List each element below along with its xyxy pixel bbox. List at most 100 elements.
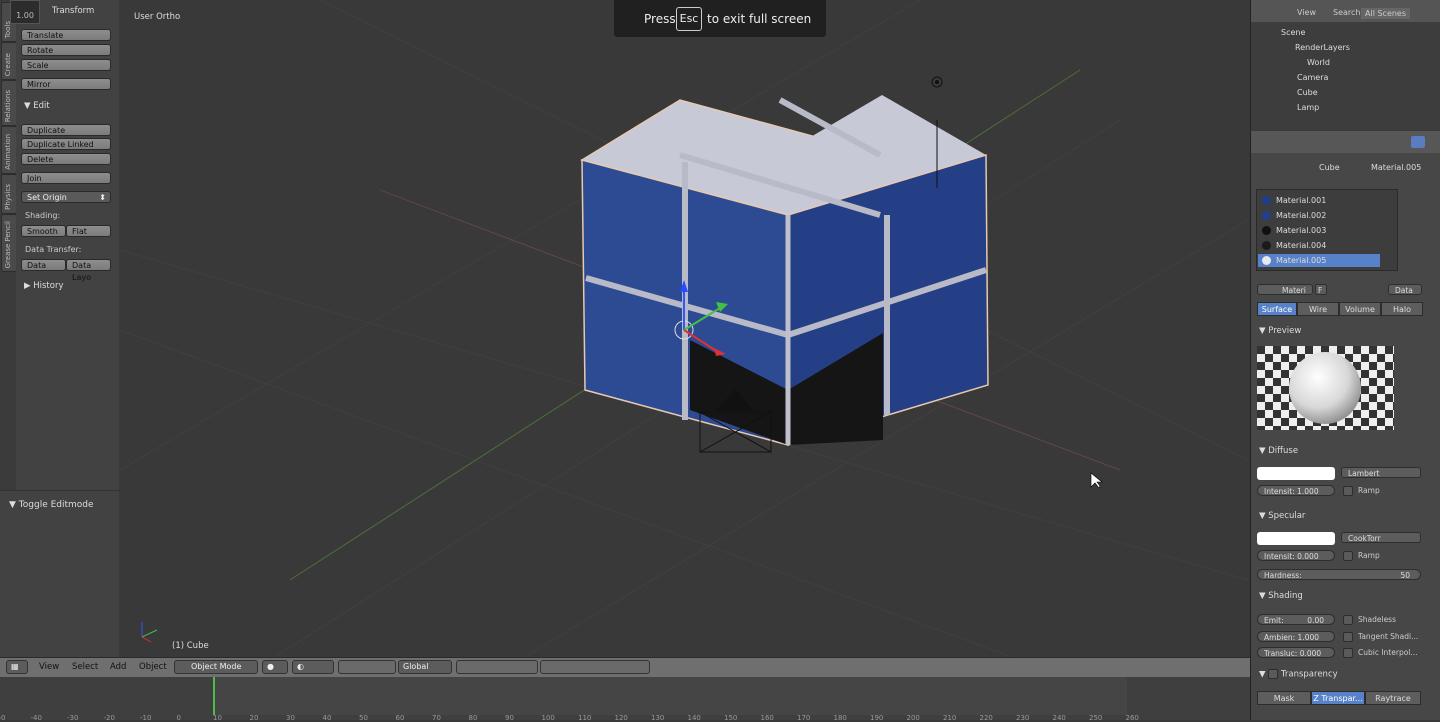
toast-press-text: Press [644, 12, 676, 26]
surface-tab[interactable]: Surface [1257, 302, 1297, 316]
diffuse-color-swatch[interactable] [1257, 467, 1335, 480]
timeline-tick: 130 [651, 714, 665, 722]
transparency-checkbox[interactable] [1268, 669, 1279, 679]
3d-viewport[interactable]: User Ortho (1) Cube [120, 0, 1248, 660]
timeline-tick: 120 [614, 714, 628, 722]
material-slot-item[interactable]: Material.001 [1258, 194, 1380, 207]
hardness-field[interactable]: Hardness: 50 [1257, 569, 1421, 580]
material-name-field[interactable]: Materi [1257, 284, 1313, 295]
transform-header[interactable]: Transform [52, 6, 94, 16]
timeline-tick: 10 [213, 714, 222, 722]
outliner-item-cube[interactable]: Cube [1297, 88, 1318, 97]
wire-tab[interactable]: Wire [1297, 302, 1339, 316]
smooth-button[interactable]: Smooth [21, 225, 66, 237]
cubic-interpolation-checkbox[interactable] [1343, 648, 1353, 658]
manipulator-toggles[interactable] [338, 660, 396, 674]
tab-animation[interactable]: Animation [1, 126, 17, 174]
delete-button[interactable]: Delete [21, 153, 111, 165]
value-badge: 1.00 [10, 0, 40, 24]
fullscreen-toast: Press Esc to exit full screen [614, 0, 826, 37]
translucency-field[interactable]: Transluc: 0.000 [1257, 647, 1335, 658]
preview-panel-header[interactable]: ▼ Preview [1259, 326, 1301, 336]
material-slot-item[interactable]: Material.003 [1258, 224, 1380, 237]
history-header[interactable]: ▶ History [24, 281, 64, 291]
specular-ramp-checkbox[interactable] [1343, 551, 1353, 561]
set-origin-select[interactable]: Set Origin ⬍ [21, 191, 111, 203]
outliner-item-camera[interactable]: Camera [1297, 73, 1328, 82]
tab-physics[interactable]: Physics [1, 174, 17, 214]
rotate-button[interactable]: Rotate [21, 44, 111, 56]
timeline-tick: 200 [906, 714, 920, 722]
data-button[interactable]: Data [21, 259, 66, 271]
menu-select[interactable]: Select [72, 662, 98, 672]
cube-object[interactable] [580, 95, 989, 447]
material-tab-icon[interactable] [1411, 136, 1425, 148]
transparency-raytrace-tab[interactable]: Raytrace [1365, 691, 1421, 705]
shading-panel-header[interactable]: ▼ Shading [1259, 591, 1303, 601]
menu-view[interactable]: View [39, 662, 59, 672]
material-slot-item[interactable]: Material.005 [1258, 254, 1380, 267]
specular-panel-header[interactable]: ▼ Specular [1259, 511, 1305, 521]
volume-tab[interactable]: Volume [1339, 302, 1381, 316]
menu-add[interactable]: Add [110, 662, 126, 672]
esc-key: Esc [676, 7, 702, 31]
timeline-tick: -10 [140, 714, 152, 722]
editor-type-icon[interactable]: ▦ [6, 660, 28, 674]
diffuse-shader-select[interactable]: Lambert [1341, 467, 1421, 478]
outliner-item-world[interactable]: World [1307, 58, 1330, 67]
edit-header[interactable]: ▼ Edit [24, 101, 50, 111]
specular-intensity-field[interactable]: Intensit: 0.000 [1257, 550, 1335, 561]
orientation-select[interactable]: Global [398, 660, 452, 674]
outliner-item-scene[interactable]: Scene [1281, 28, 1305, 37]
join-button[interactable]: Join [21, 172, 111, 184]
specular-shader-select[interactable]: CookTorr [1341, 532, 1421, 543]
timeline-tick: 230 [1016, 714, 1030, 722]
flat-button[interactable]: Flat [66, 225, 111, 237]
timeline-tick: -40 [30, 714, 42, 722]
halo-tab[interactable]: Halo [1381, 302, 1423, 316]
specular-color-swatch[interactable] [1257, 532, 1335, 545]
transparency-ztransp-tab[interactable]: Z Transpar... [1311, 691, 1365, 705]
mirror-button[interactable]: Mirror [21, 78, 111, 90]
diffuse-ramp-checkbox[interactable] [1343, 486, 1353, 496]
translate-button[interactable]: Translate [21, 29, 111, 41]
outliner-item-renderlayers[interactable]: RenderLayers [1295, 43, 1350, 52]
data-layout-button[interactable]: Data Layo [66, 259, 111, 282]
timeline[interactable]: -50 -40 -30 -20 -10 0 10 20 30 40 50 60 70 80 90 100 110… [0, 677, 1250, 722]
diffuse-panel-header[interactable]: ▼ Diffuse [1259, 446, 1298, 456]
material-slot-list[interactable]: Material.001 Material.002 Material.003 Mate… [1256, 189, 1398, 271]
material-slot-item[interactable]: Material.004 [1258, 239, 1380, 252]
tab-create[interactable]: Create [1, 42, 17, 80]
shading-select[interactable]: ● [262, 660, 288, 674]
pivot-select[interactable]: ◐ [292, 660, 334, 674]
scale-button[interactable]: Scale [21, 59, 111, 71]
snap-buttons[interactable] [540, 660, 650, 674]
emit-field[interactable]: Emit: 0.00 [1257, 614, 1335, 625]
mode-select[interactable]: Object Mode [174, 660, 258, 674]
transparency-mask-tab[interactable]: Mask [1257, 691, 1311, 705]
outliner-view-menu[interactable]: View [1297, 8, 1316, 17]
updown-icon: ⬍ [99, 193, 106, 202]
layer-buttons[interactable] [456, 660, 538, 674]
outliner-scene-filter[interactable]: All Scenes [1361, 8, 1411, 19]
tangent-shading-checkbox[interactable] [1343, 632, 1353, 642]
material-sphere-icon [1262, 196, 1271, 205]
toggle-editmode-header[interactable]: ▼ Toggle Editmode [9, 500, 94, 510]
properties-editor: Cube Material.005 Material.001 Material.0… [1250, 131, 1440, 720]
menu-object[interactable]: Object [139, 662, 167, 672]
frame-cursor[interactable] [213, 677, 215, 715]
duplicate-button[interactable]: Duplicate [21, 124, 111, 136]
shadeless-checkbox[interactable] [1343, 615, 1353, 625]
outliner-item-lamp[interactable]: Lamp [1297, 103, 1319, 112]
diffuse-intensity-field[interactable]: Intensit: 1.000 [1257, 485, 1335, 496]
outliner-search-menu[interactable]: Search [1333, 8, 1360, 17]
data-link-select[interactable]: Data [1388, 284, 1422, 295]
transparency-panel-header[interactable]: ▼ Transparency [1259, 669, 1338, 680]
timeline-tick: -30 [67, 714, 79, 722]
duplicate-linked-button[interactable]: Duplicate Linked [21, 138, 111, 150]
ambient-field[interactable]: Ambien: 1.000 [1257, 631, 1335, 642]
tab-relations[interactable]: Relations [1, 80, 17, 126]
material-slot-item[interactable]: Material.002 [1258, 209, 1380, 222]
fake-user-button[interactable]: F [1315, 284, 1327, 295]
tab-grease-pencil[interactable]: Grease Pencil [1, 214, 17, 272]
